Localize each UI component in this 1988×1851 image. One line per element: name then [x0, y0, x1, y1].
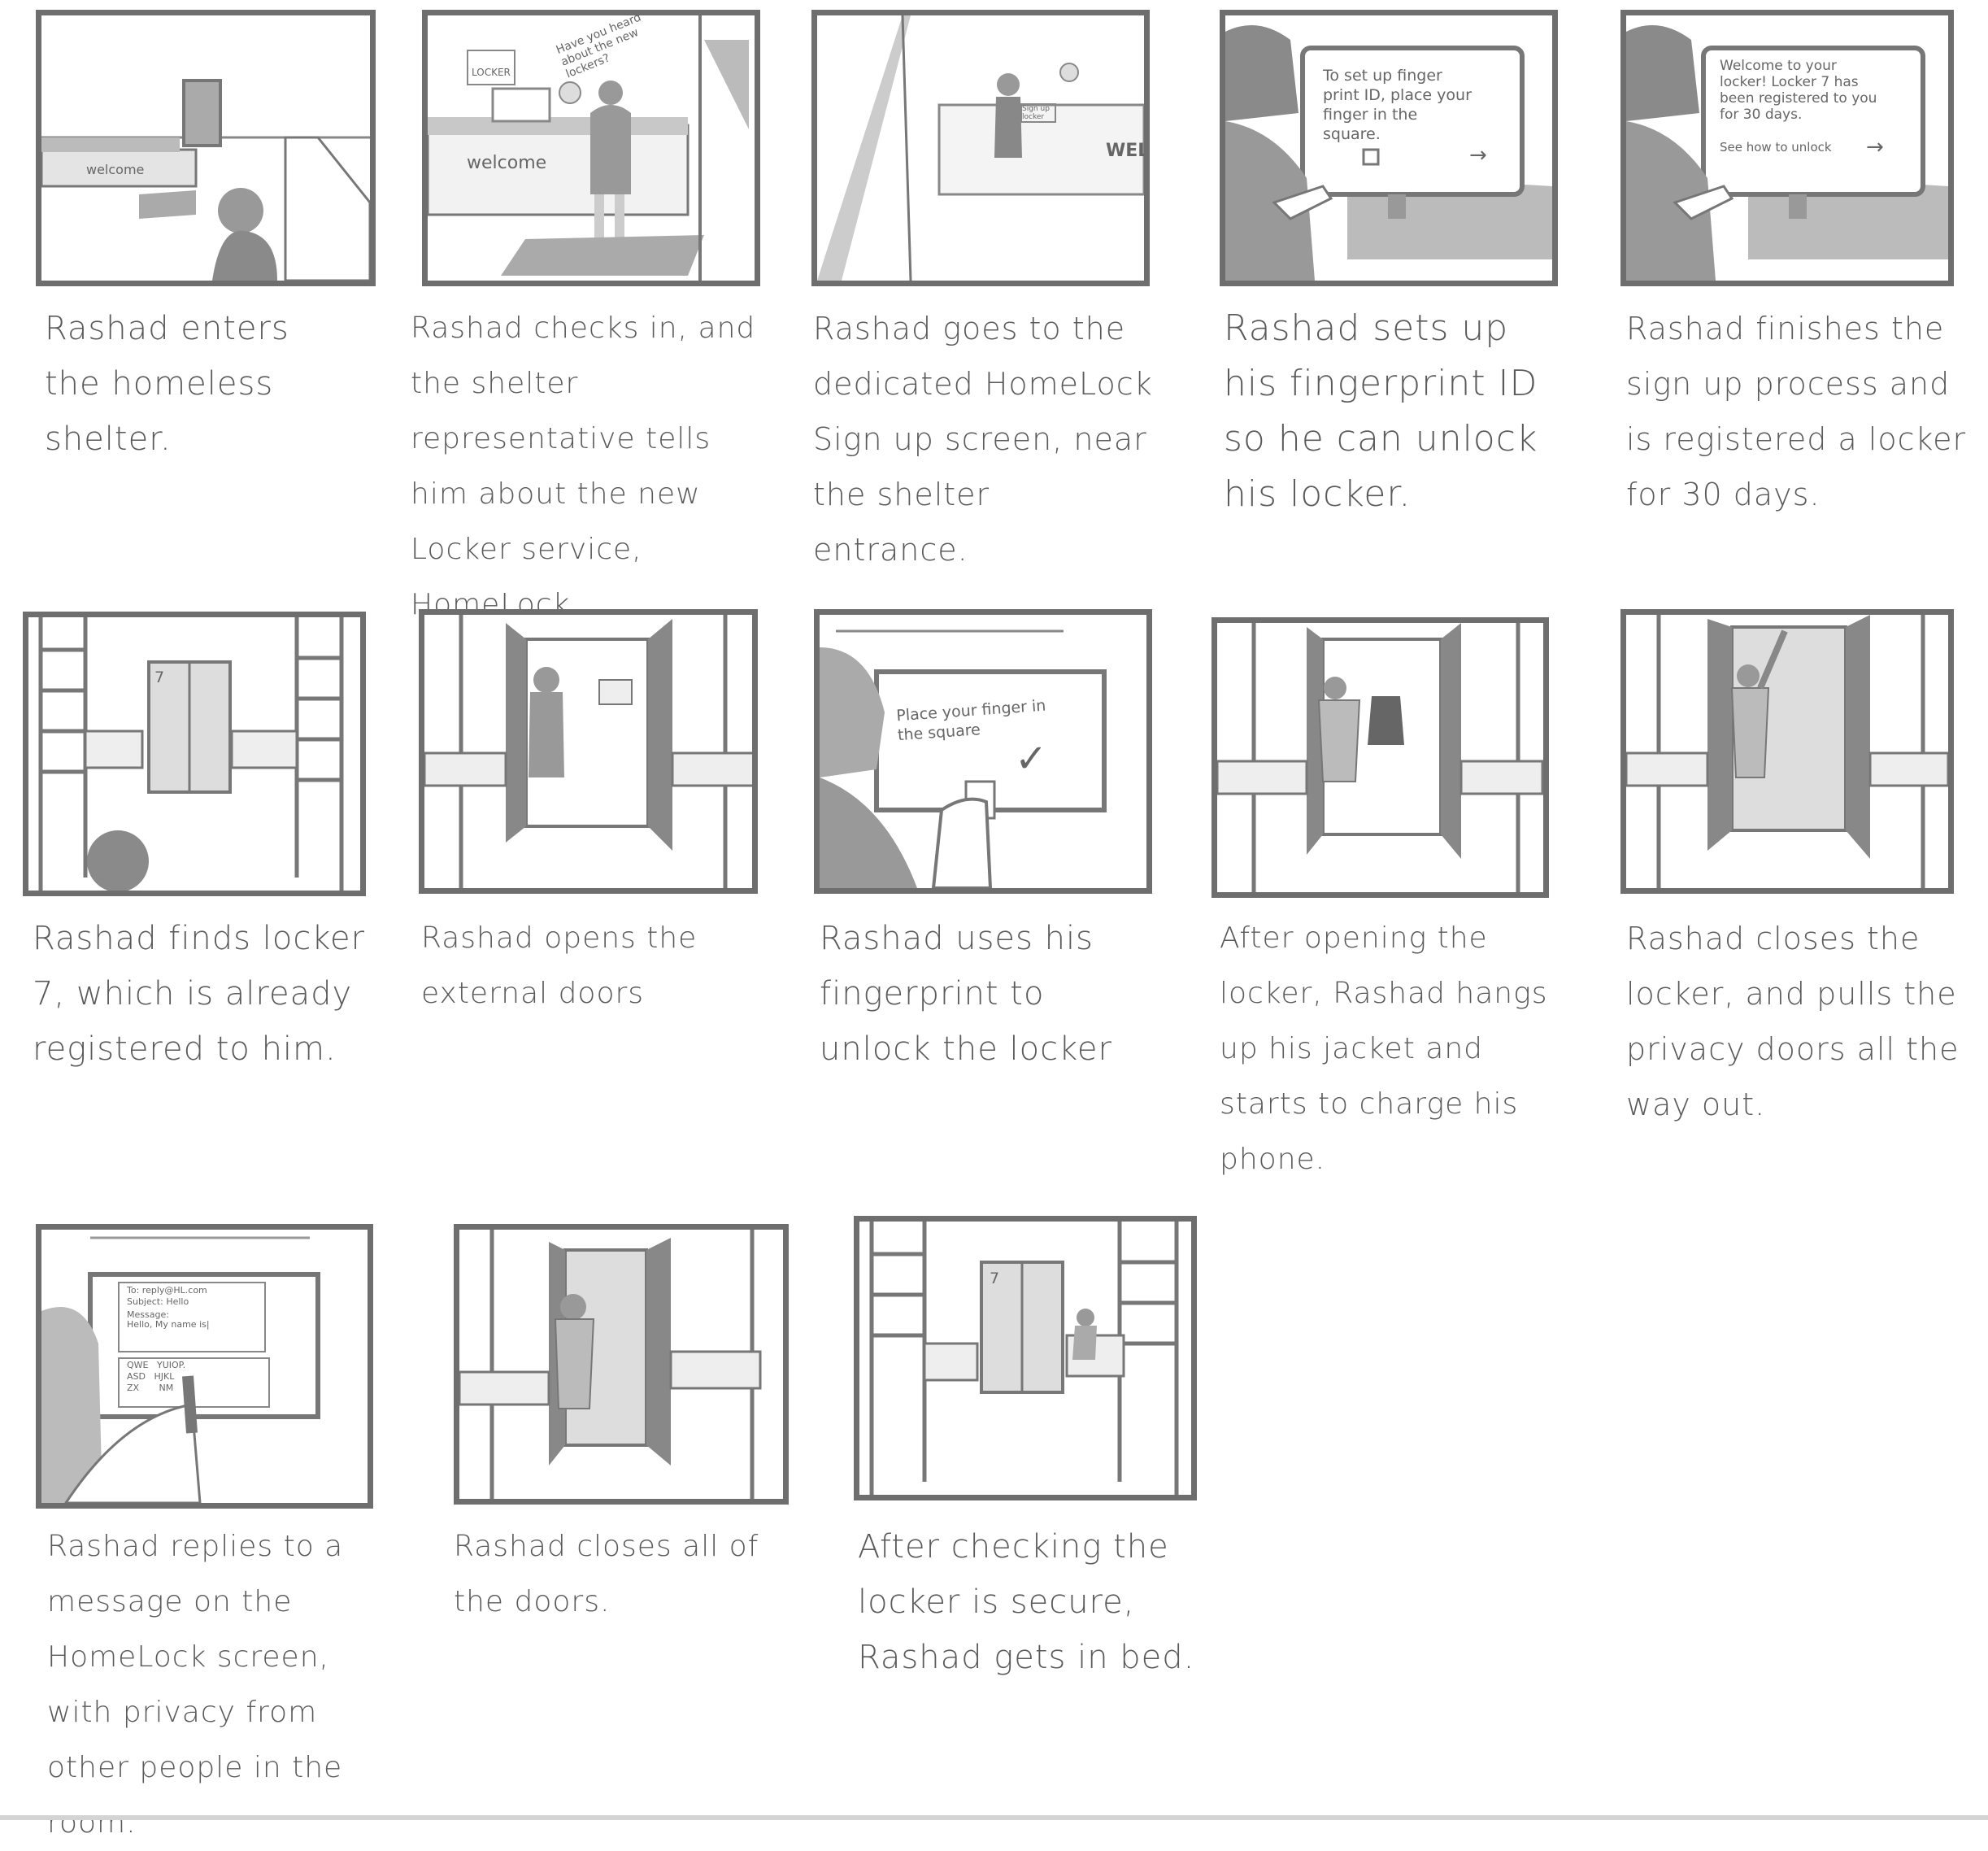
caption-11: Rashad replies to a message on the HomeL… — [47, 1530, 344, 1840]
welcome-sign: welcome — [86, 162, 145, 177]
panel-6-find-locker: 7 — [23, 612, 366, 896]
caption-7: Rashad opens the external doors — [421, 921, 698, 1010]
panel-11-reply-message: To: reply@HL.com Subject: Hello Message:… — [36, 1224, 373, 1509]
open-locker-sketch — [1217, 623, 1543, 892]
message-screen-sketch — [41, 1236, 320, 1503]
caption-8: Rashad uses his fingerprint to unlock th… — [820, 920, 1112, 1068]
welcome-sign: welcome — [467, 153, 547, 173]
shelter-entrance-sketch — [41, 79, 370, 281]
privacy-doors-sketch — [1626, 615, 1948, 888]
panel-4-fingerprint-setup: To set up finger print ID, place your fi… — [1220, 10, 1558, 286]
check-icon: ✓ — [1015, 736, 1048, 782]
panel-5-signup-complete: Welcome to your locker! Locker 7 has bee… — [1620, 10, 1954, 286]
dorm-bed-sketch — [869, 1222, 1179, 1495]
next-arrow[interactable]: → — [1866, 137, 1884, 158]
caption-1: Rashad enters the homeless shelter. — [45, 310, 289, 458]
panel-7-open-doors — [419, 609, 758, 894]
locker-number: 7 — [154, 669, 165, 686]
dorm-locker-sketch — [38, 617, 344, 891]
locker-number: 7 — [990, 1270, 1000, 1287]
panel-2-check-in: LOCKER Have you heard about the new lock… — [422, 10, 760, 286]
caption-4: Rashad sets up his fingerprint ID so he … — [1224, 307, 1538, 515]
kiosk-screen-sketch — [1225, 25, 1552, 281]
keyboard-row-1[interactable]: QWE YUIOP. — [127, 1360, 185, 1371]
panel-3-signup-screen: Sign up locker WEL — [811, 10, 1150, 286]
caption-12: Rashad closes all of the doors. — [454, 1530, 759, 1618]
panel-12-close-doors — [454, 1224, 789, 1505]
closed-locker-sketch — [459, 1230, 762, 1499]
keyboard-row-3[interactable]: ZX NM — [127, 1383, 173, 1394]
email-subject[interactable]: Subject: Hello — [127, 1296, 189, 1308]
fingerprint-setup-text: To set up finger print ID, place your fi… — [1323, 67, 1472, 143]
welcome-sign: WEL — [1106, 141, 1150, 161]
panel-9-hang-jacket — [1212, 617, 1549, 898]
signup-kiosk-label: Sign up locker — [1020, 103, 1056, 123]
caption-10: Rashad closes the locker, and pulls the … — [1626, 921, 1960, 1122]
caption-5: Rashad finishes the sign up process and … — [1626, 311, 1967, 512]
caption-9: After opening the locker, Rashad hangs u… — [1220, 921, 1548, 1176]
keyboard-row-2[interactable]: ASD HJKL — [127, 1371, 174, 1383]
panel-13-gets-in-bed: 7 — [854, 1216, 1197, 1500]
email-message-input[interactable]: Hello, My name is| — [127, 1319, 210, 1331]
caption-6: Rashad finds locker 7, which is already … — [33, 920, 366, 1068]
corridor-sketch — [817, 15, 1144, 281]
welcome-locker-text: Welcome to your locker! Locker 7 has bee… — [1720, 58, 1877, 123]
locker-poster: LOCKER — [467, 50, 515, 85]
locker-doors-sketch — [424, 615, 752, 888]
caption-13: After checking the locker is secure, Ras… — [858, 1528, 1195, 1676]
see-how-to-unlock-link[interactable]: See how to unlock — [1720, 137, 1832, 157]
panel-10-close-locker — [1620, 609, 1954, 894]
bottom-divider — [0, 1815, 1988, 1820]
caption-2: Rashad checks in, and the shelter repres… — [411, 311, 756, 621]
panel-8-unlock-fingerprint: Place your finger in the square ✓ — [814, 609, 1152, 894]
panel-1-enter-shelter: welcome — [36, 10, 376, 286]
caption-3: Rashad goes to the dedicated HomeLock Si… — [813, 311, 1153, 568]
next-arrow[interactable]: → — [1469, 145, 1487, 166]
fingerprint-unlock-sketch — [820, 629, 1107, 888]
email-to[interactable]: To: reply@HL.com — [127, 1285, 207, 1296]
